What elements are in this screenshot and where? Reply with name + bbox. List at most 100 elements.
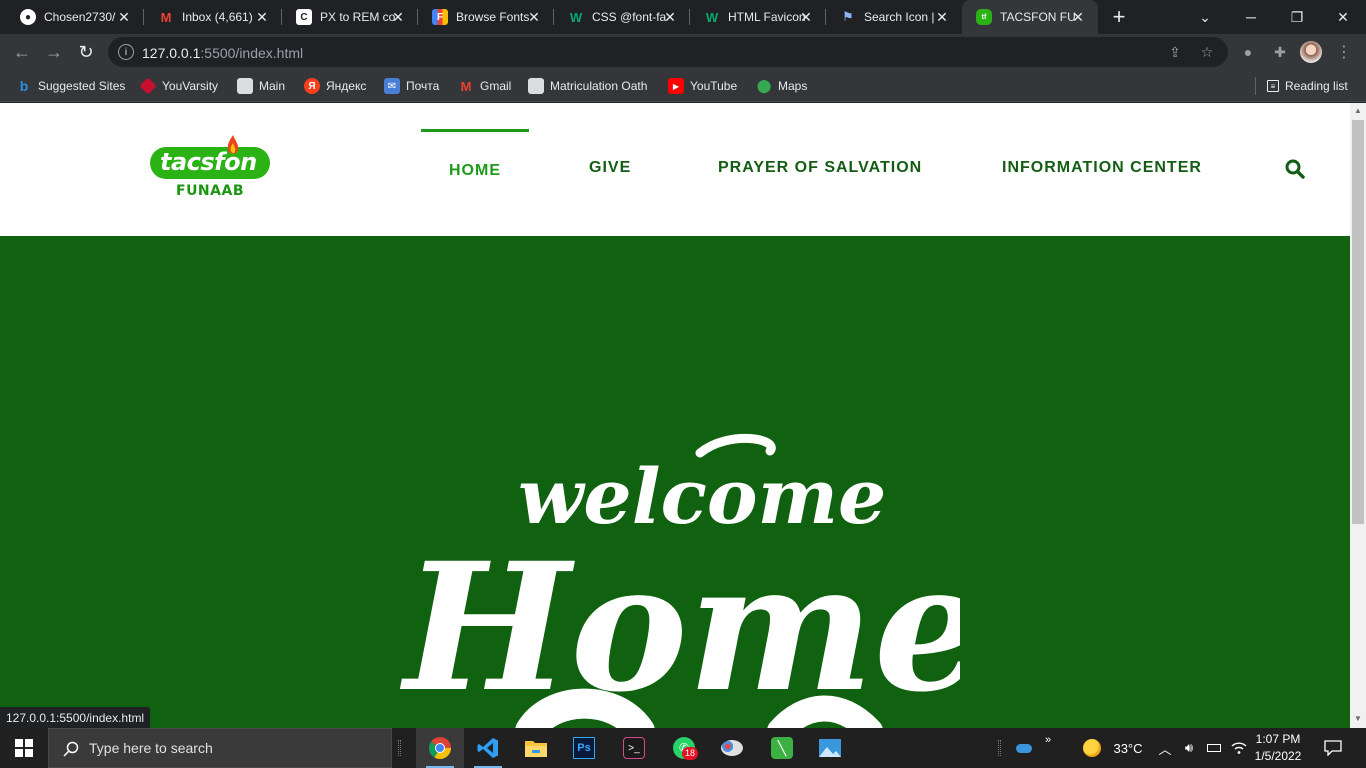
hero-banner: welcome Home xyxy=(0,236,1350,728)
tab-title: Chosen2730/ xyxy=(44,10,116,24)
battery-icon[interactable] xyxy=(1203,728,1225,768)
close-icon[interactable]: ✕ xyxy=(1070,9,1086,25)
tab-browse-fonts[interactable]: F Browse Fonts ✕ xyxy=(418,0,554,34)
taskbar-search-placeholder: Type here to search xyxy=(89,740,213,756)
paint-icon xyxy=(721,740,743,756)
tab-tacsfon[interactable]: tf TACSFON FU ✕ xyxy=(962,0,1098,34)
scroll-down-icon[interactable]: ▼ xyxy=(1354,715,1362,723)
new-tab-button[interactable]: + xyxy=(1106,4,1132,29)
file-explorer-icon xyxy=(525,741,547,757)
bookmark-matriculation-oath[interactable]: Matriculation Oath xyxy=(528,77,647,95)
tab-search-chevron-icon[interactable]: ⌄ xyxy=(1182,0,1228,34)
taskbar-file-explorer[interactable] xyxy=(512,728,560,768)
tab-title: CSS @font-fa xyxy=(592,10,667,24)
bookmark-maps[interactable]: ⬤ Maps xyxy=(756,77,808,95)
page-scrollbar[interactable]: ▲ ▼ xyxy=(1350,103,1366,728)
bookmark-gmail[interactable]: M Gmail xyxy=(458,77,512,95)
scroll-up-icon[interactable]: ▲ xyxy=(1354,107,1362,115)
taskbar-clock[interactable]: 1:07 PM 1/5/2022 xyxy=(1248,731,1308,765)
taskbar-notepad[interactable]: ╲ xyxy=(758,728,806,768)
speech-bubble-icon xyxy=(1324,740,1342,756)
window-close-icon[interactable]: ✕ xyxy=(1320,0,1366,34)
taskbar-terminal[interactable]: >_ xyxy=(610,728,658,768)
bing-icon: b xyxy=(19,78,29,94)
w3schools-icon: W xyxy=(705,9,719,25)
taskbar-paint[interactable] xyxy=(708,728,756,768)
more-menu-icon[interactable]: ⋮ xyxy=(1334,42,1354,62)
taskbar-whatsapp[interactable]: ✆ 18 xyxy=(660,728,708,768)
taskbar-chrome[interactable] xyxy=(416,728,464,768)
back-icon[interactable]: ← xyxy=(8,38,36,66)
close-icon[interactable]: ✕ xyxy=(526,9,542,25)
taskbar-photos[interactable] xyxy=(806,728,854,768)
share-icon[interactable]: ⇪ xyxy=(1166,43,1184,61)
close-icon[interactable]: ✕ xyxy=(254,9,270,25)
url-text[interactable]: 127.0.0.1:5500/index.html xyxy=(142,45,303,61)
address-bar[interactable]: i 127.0.0.1:5500/index.html ⇪ ☆ xyxy=(108,37,1228,67)
extensions-puzzle-icon[interactable]: ✚ xyxy=(1270,42,1290,62)
tab-gmail[interactable]: M Inbox (4,661) ✕ xyxy=(144,0,282,34)
taskbar-photoshop[interactable]: Ps xyxy=(560,728,608,768)
onedrive-icon[interactable] xyxy=(1012,728,1036,768)
tray-expand-icon[interactable]: ︿ xyxy=(1156,728,1174,768)
weather-temperature[interactable]: 33°C xyxy=(1108,728,1148,768)
notification-center-icon[interactable] xyxy=(1318,728,1348,768)
windows-taskbar: Type here to search Ps >_ ✆ 18 ╲ xyxy=(0,728,1366,768)
page-icon xyxy=(528,78,544,94)
search-icon[interactable] xyxy=(1285,159,1305,179)
screen: { "browser": { "tabs": [ {"title": "Chos… xyxy=(0,0,1366,768)
close-icon[interactable]: ✕ xyxy=(662,9,678,25)
close-icon[interactable]: ✕ xyxy=(798,9,814,25)
start-button[interactable] xyxy=(0,728,48,768)
logo-subtext: FUNAAB xyxy=(176,183,244,199)
minimize-icon[interactable]: ─ xyxy=(1228,0,1274,34)
taskbar-grip xyxy=(998,740,1001,756)
bookmark-label: Main xyxy=(259,79,286,93)
weather-sun-icon[interactable] xyxy=(1080,728,1104,768)
reading-list-button[interactable]: ≡ Reading list xyxy=(1267,77,1348,95)
close-icon[interactable]: ✕ xyxy=(116,9,132,25)
wifi-arcs-icon xyxy=(1231,742,1247,754)
w3schools-icon: W xyxy=(569,9,583,25)
overflow-chevrons-icon[interactable]: » xyxy=(1038,728,1058,768)
close-icon[interactable]: ✕ xyxy=(390,9,406,25)
nav-active-indicator xyxy=(421,129,529,132)
nav-information-center[interactable]: INFORMATION CENTER xyxy=(1002,159,1202,177)
nav-prayer-of-salvation[interactable]: PRAYER OF SALVATION xyxy=(718,159,922,177)
bookmark-label: Matriculation Oath xyxy=(550,79,648,93)
bookmark-main[interactable]: Main xyxy=(237,77,285,95)
taskbar-vscode[interactable] xyxy=(464,728,512,768)
reload-icon[interactable]: ↻ xyxy=(72,38,100,66)
tab-search-icon[interactable]: ⚑ Search Icon | ✕ xyxy=(826,0,962,34)
tab-css-font-face[interactable]: W CSS @font-fa ✕ xyxy=(554,0,690,34)
bookmark-youvarsity[interactable]: YouVarsity xyxy=(139,77,219,95)
nav-give[interactable]: GIVE xyxy=(589,159,631,177)
volume-icon[interactable]: 🔊︎ xyxy=(1178,728,1200,768)
bookmark-pochta[interactable]: ✉ Почта xyxy=(384,77,439,95)
site-info-icon[interactable]: i xyxy=(118,44,134,60)
tab-html-favicon[interactable]: W HTML Favicon ✕ xyxy=(690,0,826,34)
bookmark-suggested-sites[interactable]: b Suggested Sites xyxy=(16,77,126,95)
wifi-icon[interactable] xyxy=(1228,728,1250,768)
restore-icon[interactable]: ❐ xyxy=(1274,0,1320,34)
tab-title: Search Icon | xyxy=(864,10,935,24)
profile-avatar[interactable] xyxy=(1300,41,1322,63)
bookmark-yandex[interactable]: Я Яндекс xyxy=(304,77,366,95)
youvarsity-icon xyxy=(139,77,157,95)
bookmark-label: YouTube xyxy=(690,79,738,93)
nav-home[interactable]: HOME xyxy=(449,162,501,180)
site-logo[interactable]: tacsfon FUNAAB xyxy=(148,135,272,203)
close-icon[interactable]: ✕ xyxy=(934,9,950,25)
bookmark-star-icon[interactable]: ☆ xyxy=(1198,43,1216,61)
bookmark-youtube[interactable]: ▶ YouTube xyxy=(668,77,737,95)
site-header: tacsfon FUNAAB HOME GIVE PRAYER OF SALVA… xyxy=(0,103,1350,236)
extension-icon[interactable]: ● xyxy=(1238,42,1258,62)
tab-github[interactable]: ● Chosen2730/ ✕ xyxy=(6,0,144,34)
scroll-thumb[interactable] xyxy=(1352,120,1364,524)
bookmark-label: YouVarsity xyxy=(162,79,219,93)
tab-title: HTML Favicon xyxy=(728,10,806,24)
google-fonts-icon: F xyxy=(432,9,448,25)
tab-px-to-rem[interactable]: C PX to REM co ✕ xyxy=(282,0,418,34)
forward-icon[interactable]: → xyxy=(40,38,68,66)
taskbar-search-box[interactable]: Type here to search xyxy=(48,728,392,768)
